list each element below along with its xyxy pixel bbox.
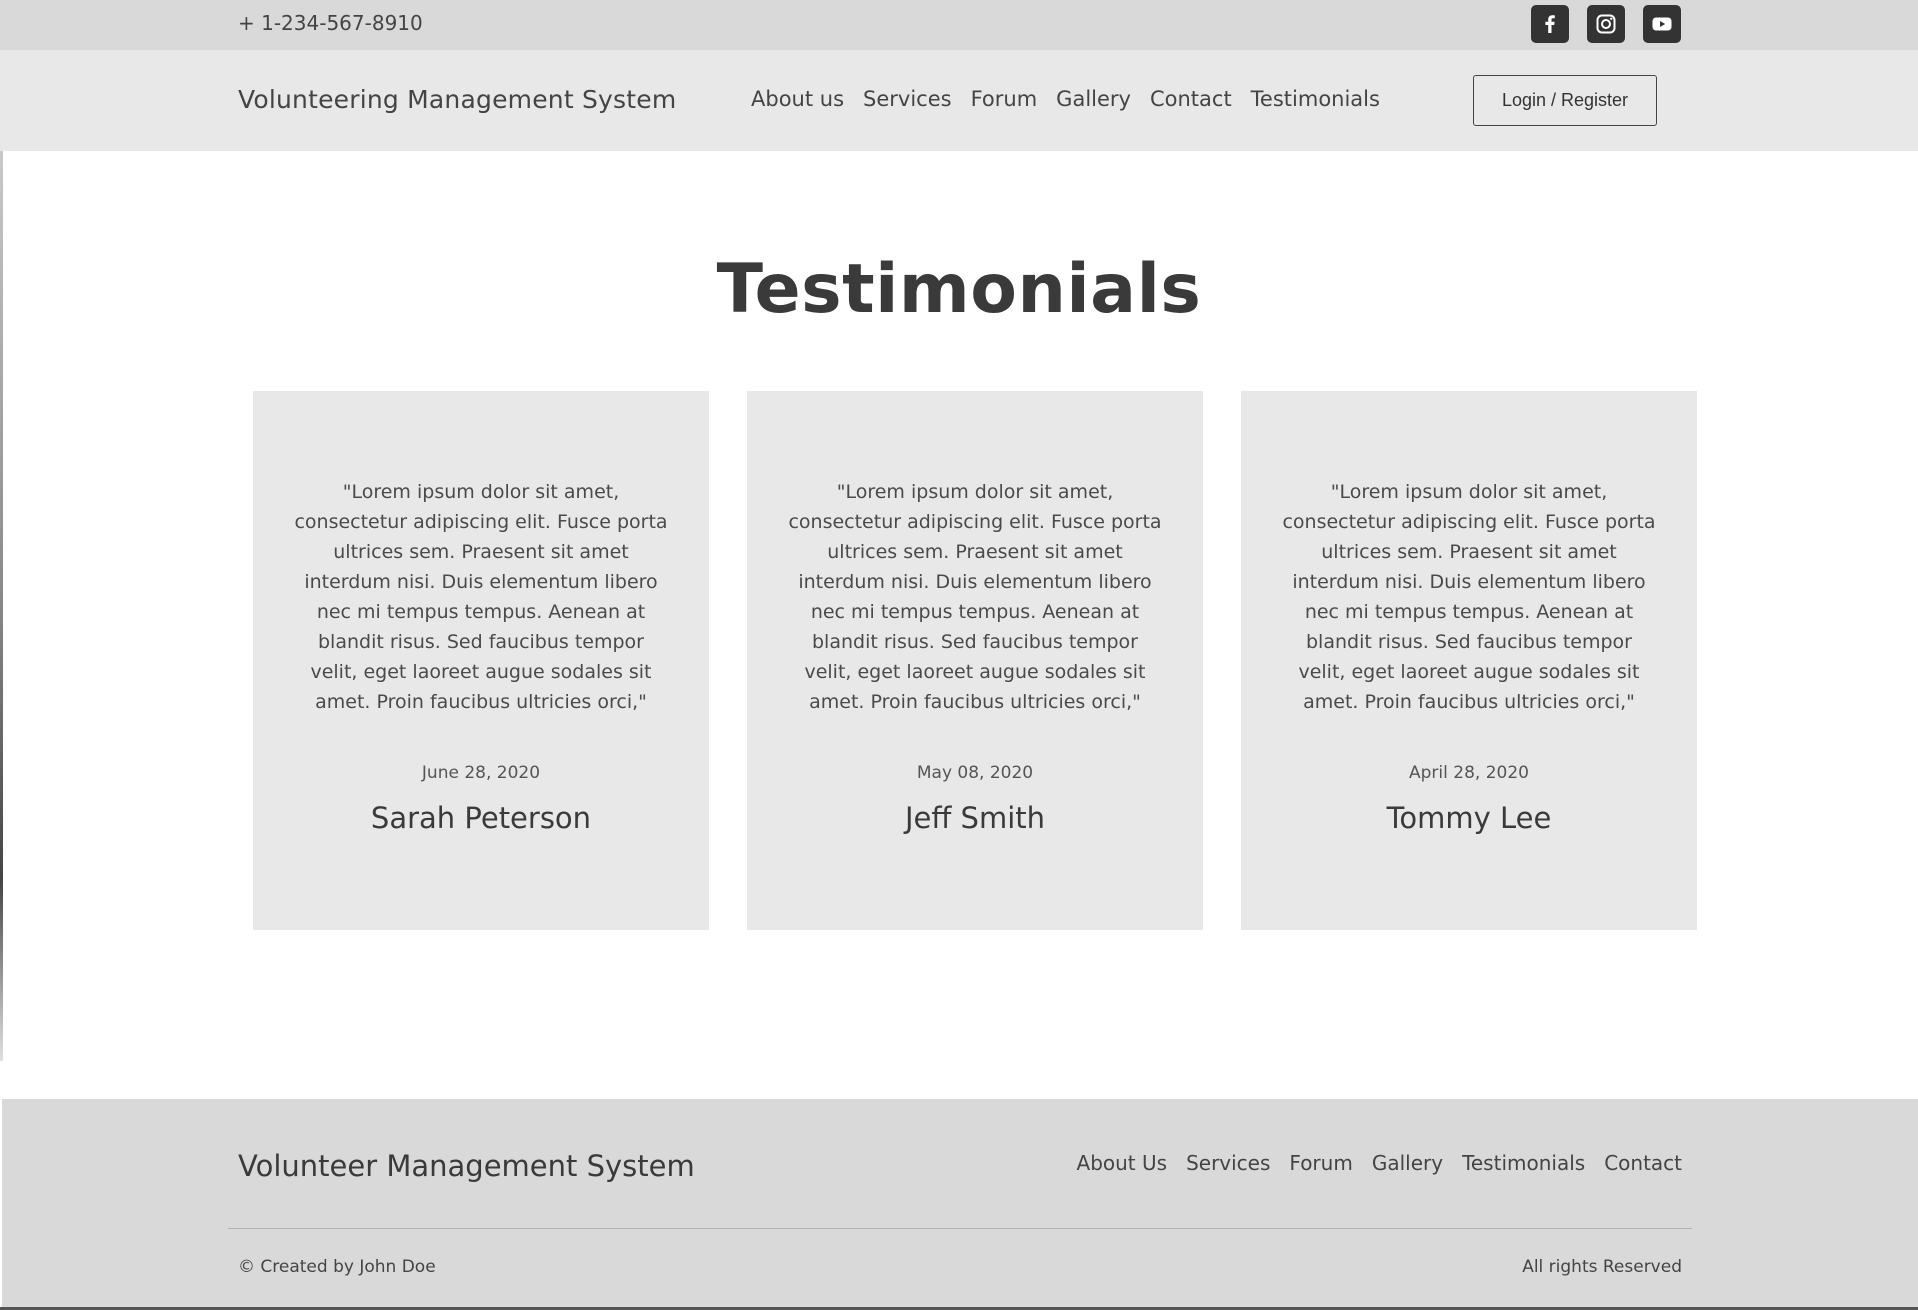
site-brand[interactable]: Volunteering Management System	[238, 85, 676, 114]
facebook-icon	[1545, 15, 1555, 34]
login-register-button[interactable]: Login / Register	[1473, 75, 1657, 126]
testimonial-quote: "Lorem ipsum dolor sit amet, consectetur…	[294, 481, 668, 713]
testimonial-author: Sarah Peterson	[370, 801, 592, 835]
footer: Volunteer Management System About Us Ser…	[2, 1099, 1918, 1307]
instagram-link[interactable]	[1587, 5, 1625, 43]
nav-contact[interactable]: Contact	[1150, 87, 1232, 111]
top-bar: + 1-234-567-8910	[0, 0, 1918, 50]
nav-forum[interactable]: Forum	[971, 87, 1038, 111]
youtube-link[interactable]	[1643, 5, 1681, 43]
testimonial-author: Tommy Lee	[1386, 801, 1552, 835]
testimonial-date: April 28, 2020	[1409, 763, 1529, 783]
phone-number: + 1-234-567-8910	[238, 11, 423, 35]
testimonial-card: "Lorem ipsum dolor sit amet, consectetur…	[1241, 391, 1697, 930]
instagram-icon	[1596, 14, 1616, 34]
nav-about-us[interactable]: About us	[751, 87, 844, 111]
page-title: Testimonials	[716, 250, 1202, 329]
social-links	[1531, 5, 1681, 43]
page: + 1-234-567-8910 Volunteering Management…	[0, 0, 1918, 1310]
main-nav: About us Services Forum Gallery Contact …	[751, 87, 1380, 111]
testimonial-card: "Lorem ipsum dolor sit amet, consectetur…	[747, 391, 1203, 930]
testimonial-quote: "Lorem ipsum dolor sit amet, consectetur…	[788, 481, 1162, 713]
footer-rights: All rights Reserved	[1522, 1257, 1682, 1277]
footer-brand[interactable]: Volunteer Management System	[238, 1149, 695, 1183]
footer-nav: About Us Services Forum Gallery Testimon…	[1077, 1151, 1682, 1175]
footer-nav-forum[interactable]: Forum	[1289, 1151, 1352, 1175]
footer-nav-contact[interactable]: Contact	[1604, 1151, 1682, 1175]
footer-nav-services[interactable]: Services	[1186, 1151, 1270, 1175]
youtube-icon	[1652, 17, 1672, 31]
nav-gallery[interactable]: Gallery	[1056, 87, 1131, 111]
testimonial-card: "Lorem ipsum dolor sit amet, consectetur…	[253, 391, 709, 930]
testimonial-date: May 08, 2020	[916, 763, 1034, 783]
footer-top-edge	[128, 1097, 1728, 1099]
nav-testimonials[interactable]: Testimonials	[1251, 87, 1380, 111]
testimonial-quote: "Lorem ipsum dolor sit amet, consectetur…	[1282, 481, 1656, 713]
navbar: Volunteering Management System About us …	[0, 50, 1918, 151]
footer-nav-testimonials[interactable]: Testimonials	[1462, 1151, 1585, 1175]
footer-nav-about-us[interactable]: About Us	[1077, 1151, 1168, 1175]
testimonial-author: Jeff Smith	[904, 801, 1046, 835]
nav-services[interactable]: Services	[863, 87, 952, 111]
footer-divider	[228, 1228, 1692, 1229]
footer-nav-gallery[interactable]: Gallery	[1372, 1151, 1443, 1175]
footer-copyright: © Created by John Doe	[238, 1257, 436, 1277]
facebook-link[interactable]	[1531, 5, 1569, 43]
testimonial-date: June 28, 2020	[421, 763, 541, 783]
